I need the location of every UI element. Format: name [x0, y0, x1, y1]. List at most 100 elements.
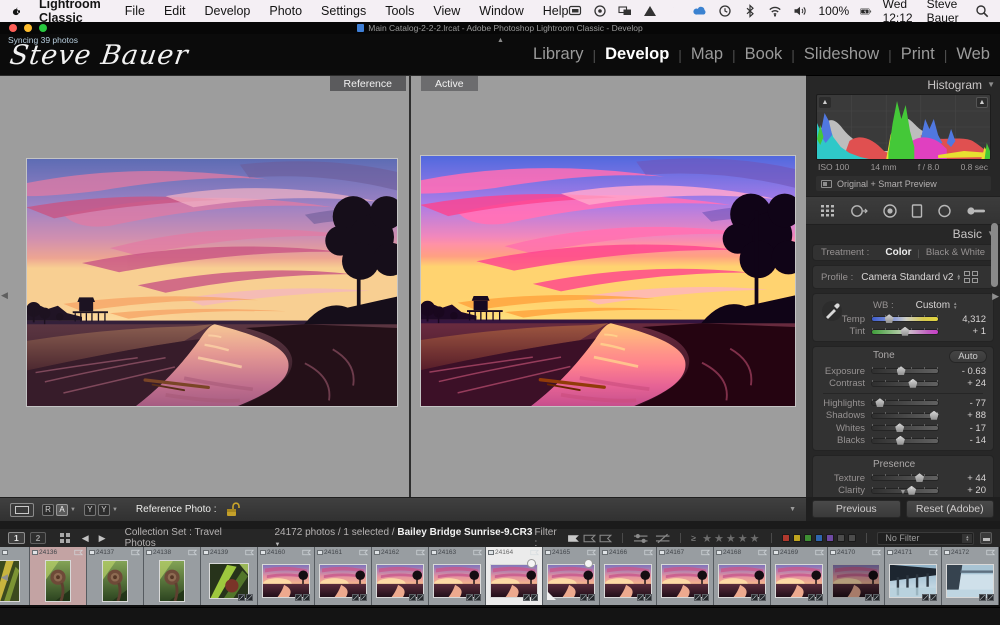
photo-thumbnail[interactable]	[376, 564, 424, 598]
filmstrip-breadcrumb[interactable]: Collection Set : Travel Photos	[125, 527, 253, 549]
wb-eyedropper-icon[interactable]	[821, 300, 843, 322]
whites-slider-track[interactable]	[872, 426, 938, 430]
flag-icon[interactable]	[245, 549, 254, 556]
flag-icon[interactable]	[131, 549, 140, 556]
filmstrip-cell-24166[interactable]: 24166	[600, 547, 657, 605]
histogram-panel-header[interactable]: Histogram▼	[806, 76, 1000, 93]
filmstrip-cell-24169[interactable]: 24169	[771, 547, 828, 605]
filmstrip-cell-24172[interactable]: 24172	[942, 547, 999, 605]
flag-icon[interactable]	[644, 549, 653, 556]
flag-icon[interactable]	[416, 549, 425, 556]
volume-icon[interactable]	[793, 4, 807, 18]
right-panel-collapse-arrow[interactable]: ▶	[992, 291, 999, 302]
color-label-chip[interactable]	[782, 534, 790, 542]
flag-icon[interactable]	[701, 549, 710, 556]
shadows-value[interactable]: + 88	[945, 410, 986, 421]
photo-thumbnail[interactable]	[547, 564, 595, 598]
filmstrip-cell-24137[interactable]: 24137	[87, 547, 144, 605]
menubar-item-edit[interactable]: Edit	[164, 4, 186, 18]
histogram[interactable]: ▲ ▲	[816, 94, 991, 160]
reference-active-toggle[interactable]: R A ▼	[42, 504, 76, 516]
photo-thumbnail[interactable]	[262, 564, 310, 598]
identity-plate[interactable]: Steve Bauer	[8, 40, 191, 71]
flag-icon[interactable]	[302, 549, 311, 556]
treatment-color-option[interactable]: Color	[885, 247, 911, 258]
screen-icon[interactable]	[568, 4, 582, 18]
flag-icon[interactable]	[929, 549, 938, 556]
main-window-button[interactable]: 1	[8, 532, 25, 544]
menubar-item-file[interactable]: File	[125, 4, 145, 18]
flag-icon[interactable]	[473, 549, 482, 556]
profile-value[interactable]: Camera Standard v2	[861, 272, 953, 283]
filmstrip-cell-24168[interactable]: 24168	[714, 547, 771, 605]
graduated-filter-icon[interactable]	[911, 204, 923, 218]
color-label-chip[interactable]	[837, 534, 845, 542]
dropdown-stepper-icon[interactable]: ▲▼	[962, 534, 972, 543]
whites-value[interactable]: - 17	[945, 423, 986, 434]
spot-removal-icon[interactable]	[850, 204, 868, 218]
filmstrip-cell-24160[interactable]: 24160	[258, 547, 315, 605]
flag-icon[interactable]	[815, 549, 824, 556]
menubar-item-view[interactable]: View	[433, 4, 460, 18]
photo-thumbnail[interactable]	[946, 564, 994, 598]
menubar-item-develop[interactable]: Develop	[205, 4, 251, 18]
highlights-slider-track[interactable]	[872, 401, 938, 405]
rejected-filter-icon[interactable]	[599, 534, 612, 543]
tint-value[interactable]: + 1	[945, 326, 986, 337]
flag-icon[interactable]	[359, 549, 368, 556]
previous-button[interactable]: Previous	[812, 500, 901, 518]
photo-thumbnail[interactable]	[102, 560, 128, 602]
ref-a-button[interactable]: A	[56, 504, 68, 516]
crop-overlay-icon[interactable]	[820, 204, 836, 218]
module-print[interactable]: Print	[901, 45, 935, 64]
wb-value[interactable]: Custom	[916, 300, 950, 311]
wb-stepper[interactable]: ▲▼	[953, 302, 957, 308]
current-filename[interactable]: Bailey Bridge Sunrise-9.CR3	[397, 527, 532, 538]
menubar-item-settings[interactable]: Settings	[321, 4, 366, 18]
temp-slider-thumb[interactable]	[885, 314, 894, 323]
zoom-window-button[interactable]	[39, 24, 47, 32]
second-window-button[interactable]: 2	[30, 532, 47, 544]
search-icon[interactable]	[975, 4, 989, 18]
texture-value[interactable]: + 44	[945, 473, 986, 484]
cc-icon[interactable]	[593, 4, 607, 18]
flag-icon[interactable]	[74, 549, 83, 556]
module-develop[interactable]: Develop	[605, 45, 669, 64]
temp-value[interactable]: 4,312	[945, 314, 986, 325]
photo-thumbnail[interactable]	[832, 564, 880, 598]
ref-r-button[interactable]: R	[42, 504, 54, 516]
contrast-slider-track[interactable]	[872, 382, 938, 386]
auto-tone-button[interactable]: Auto	[949, 350, 987, 363]
contrast-value[interactable]: + 24	[945, 378, 986, 389]
red-eye-icon[interactable]	[882, 204, 898, 218]
menubar-item-window[interactable]: Window	[479, 4, 523, 18]
photo-thumbnail[interactable]	[490, 564, 538, 598]
highlights-value[interactable]: - 77	[945, 398, 986, 409]
grid-view-icon[interactable]	[60, 533, 70, 543]
menubar-item-photo[interactable]: Photo	[269, 4, 302, 18]
profile-stepper[interactable]: ▲▼	[957, 274, 961, 280]
flag-icon[interactable]	[188, 549, 197, 556]
active-photo[interactable]	[420, 155, 796, 407]
displays-icon[interactable]	[618, 4, 632, 18]
edit-status-filter-icon-2[interactable]	[655, 533, 670, 544]
loupe-view-button[interactable]	[10, 503, 34, 517]
contrast-slider-thumb[interactable]	[908, 379, 917, 388]
color-label-chip[interactable]	[793, 534, 801, 542]
exposure-value[interactable]: - 0.63	[945, 366, 986, 377]
photo-thumbnail[interactable]	[433, 564, 481, 598]
texture-slider-thumb[interactable]	[915, 473, 924, 482]
filmstrip-cell-24136[interactable]: 24136	[30, 547, 87, 605]
photo-thumbnail[interactable]	[159, 560, 185, 602]
highlights-slider-thumb[interactable]	[875, 398, 884, 407]
tint-slider-thumb[interactable]	[901, 327, 910, 336]
clarity-value[interactable]: + 20	[945, 485, 986, 496]
window-titlebar[interactable]: Main Catalog-2-2-2.lrcat - Adobe Photosh…	[0, 22, 1000, 34]
filmstrip-cell-24139[interactable]: 24139	[201, 547, 258, 605]
module-map[interactable]: Map	[691, 45, 723, 64]
star-rating-filter[interactable]: ★★★★★	[702, 532, 761, 545]
split-view-toggle[interactable]: Y Y ▼	[84, 504, 118, 516]
filmstrip-cell-24171[interactable]: 24171	[885, 547, 942, 605]
photo-thumbnail[interactable]	[319, 564, 367, 598]
flag-icon[interactable]	[587, 549, 596, 556]
